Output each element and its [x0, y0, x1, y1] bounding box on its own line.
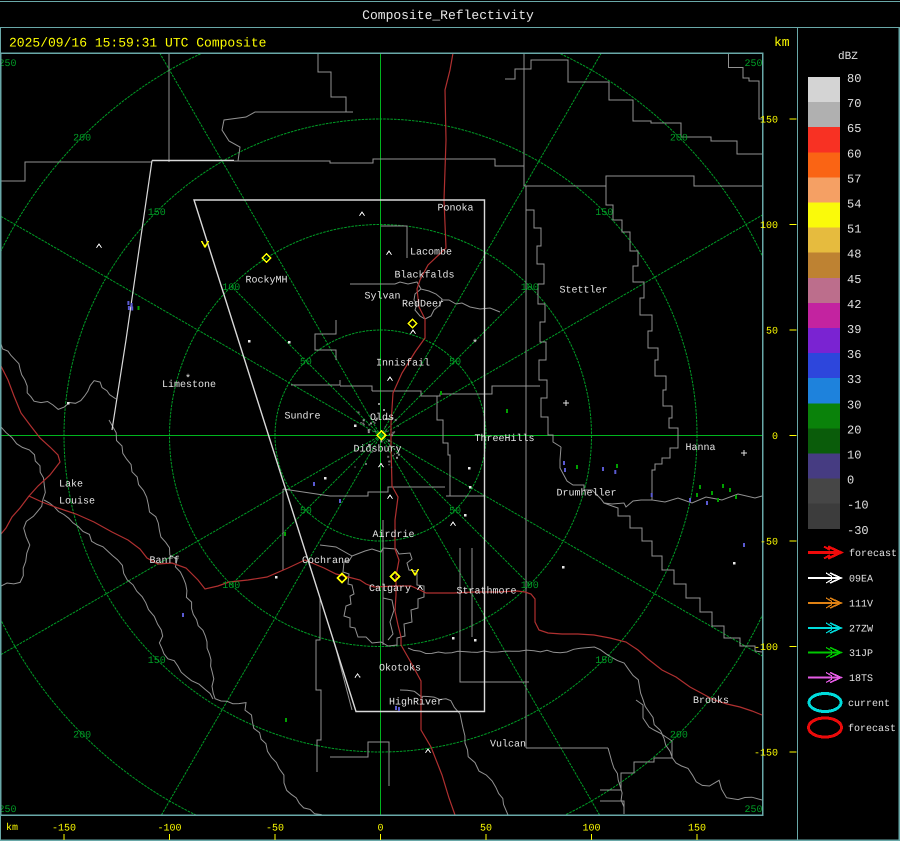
svg-text:100: 100: [222, 581, 240, 592]
svg-text:Stettler: Stettler: [559, 285, 607, 297]
svg-text:18TS: 18TS: [849, 674, 873, 685]
svg-text:36: 36: [847, 348, 861, 362]
svg-text:54: 54: [847, 198, 861, 212]
svg-text:Lacombe: Lacombe: [410, 247, 452, 259]
svg-text:150: 150: [148, 656, 166, 667]
svg-text:Okotoks: Okotoks: [379, 663, 421, 675]
svg-text:Sundre: Sundre: [284, 411, 320, 423]
svg-text:0: 0: [847, 474, 854, 488]
svg-text:dBZ: dBZ: [838, 51, 858, 63]
svg-text:100: 100: [222, 283, 240, 294]
svg-text:Banff: Banff: [149, 555, 179, 567]
svg-text:57: 57: [847, 172, 861, 186]
svg-text:100: 100: [521, 581, 539, 592]
svg-text:-30: -30: [847, 524, 869, 538]
svg-text:Lake: Lake: [59, 479, 83, 491]
svg-text:10: 10: [847, 449, 861, 463]
svg-text:51: 51: [847, 223, 861, 237]
svg-text:48: 48: [847, 248, 861, 262]
svg-text:-50: -50: [760, 538, 778, 549]
svg-text:Innisfail: Innisfail: [376, 358, 430, 370]
svg-text:50: 50: [480, 824, 492, 835]
svg-text:RockyMH: RockyMH: [245, 275, 287, 287]
svg-text:-50: -50: [266, 824, 284, 835]
svg-text:200: 200: [670, 134, 688, 145]
svg-text:forecast: forecast: [848, 723, 896, 735]
svg-text:ThreeHills: ThreeHills: [474, 433, 534, 445]
svg-text:Airdrie: Airdrie: [372, 529, 414, 541]
svg-text:-10: -10: [847, 499, 869, 513]
svg-text:km: km: [774, 35, 790, 50]
svg-text:Brooks: Brooks: [693, 695, 729, 707]
svg-text:200: 200: [73, 730, 91, 741]
svg-text:-100: -100: [754, 643, 778, 654]
svg-text:-150: -150: [754, 749, 778, 760]
svg-text:250: 250: [0, 59, 17, 70]
svg-text:100: 100: [760, 221, 778, 232]
svg-text:100: 100: [582, 824, 600, 835]
svg-text:Drumheller: Drumheller: [556, 488, 616, 500]
svg-text:250: 250: [744, 805, 762, 816]
svg-text:45: 45: [847, 273, 861, 287]
svg-text:27ZW: 27ZW: [849, 625, 873, 636]
svg-text:*: *: [472, 338, 478, 350]
svg-text:50: 50: [449, 357, 461, 368]
svg-text:-100: -100: [157, 824, 181, 835]
svg-text:33: 33: [847, 373, 861, 387]
svg-text:80: 80: [847, 72, 861, 86]
svg-text:Strathmore: Strathmore: [456, 586, 516, 598]
svg-text:Vulcan: Vulcan: [490, 739, 526, 751]
svg-text:50: 50: [300, 507, 312, 518]
svg-text:*: *: [185, 373, 191, 385]
svg-text:50: 50: [449, 507, 461, 518]
svg-text:0: 0: [377, 824, 383, 835]
svg-text:0: 0: [772, 432, 778, 443]
svg-text:65: 65: [847, 122, 861, 136]
svg-text:Olds: Olds: [370, 412, 394, 424]
svg-text:Hanna: Hanna: [685, 443, 715, 454]
svg-text:150: 150: [148, 208, 166, 219]
svg-text:current: current: [848, 699, 890, 710]
svg-text:Didsbury: Didsbury: [353, 444, 401, 456]
svg-text:HighRiver: HighRiver: [389, 697, 443, 709]
svg-text:forecast: forecast: [849, 548, 897, 560]
svg-text:250: 250: [0, 805, 17, 816]
svg-text:31JP: 31JP: [849, 649, 873, 660]
svg-text:km: km: [6, 822, 18, 834]
svg-text:200: 200: [73, 134, 91, 145]
svg-text:Louise: Louise: [59, 496, 95, 508]
svg-text:Blackfalds: Blackfalds: [394, 270, 454, 282]
svg-text:Calgary: Calgary: [369, 583, 411, 595]
svg-text:30: 30: [847, 398, 861, 412]
svg-text:-150: -150: [52, 824, 76, 835]
svg-text:2025/09/16 15:59:31 UTC Compos: 2025/09/16 15:59:31 UTC Composite: [9, 36, 266, 51]
svg-text:50: 50: [300, 357, 312, 368]
svg-text:20: 20: [847, 423, 861, 437]
svg-text:70: 70: [847, 97, 861, 111]
svg-text:150: 150: [688, 824, 706, 835]
svg-text:150: 150: [595, 656, 613, 667]
svg-text:100: 100: [521, 283, 539, 294]
svg-text:Composite_Reflectivity: Composite_Reflectivity: [362, 8, 534, 23]
svg-text:Sylvan: Sylvan: [364, 291, 400, 303]
svg-text:RedDeer: RedDeer: [402, 299, 444, 311]
svg-text:111V: 111V: [849, 600, 873, 611]
svg-text:150: 150: [760, 116, 778, 127]
svg-text:50: 50: [766, 327, 778, 338]
svg-text:Cochrane: Cochrane: [302, 555, 350, 567]
svg-text:250: 250: [744, 59, 762, 70]
svg-text:42: 42: [847, 298, 861, 312]
svg-text:Ponoka: Ponoka: [437, 203, 473, 215]
svg-text:39: 39: [847, 323, 861, 337]
svg-text:60: 60: [847, 147, 861, 161]
svg-text:09EA: 09EA: [849, 575, 873, 586]
svg-text:200: 200: [670, 730, 688, 741]
svg-text:150: 150: [595, 208, 613, 219]
